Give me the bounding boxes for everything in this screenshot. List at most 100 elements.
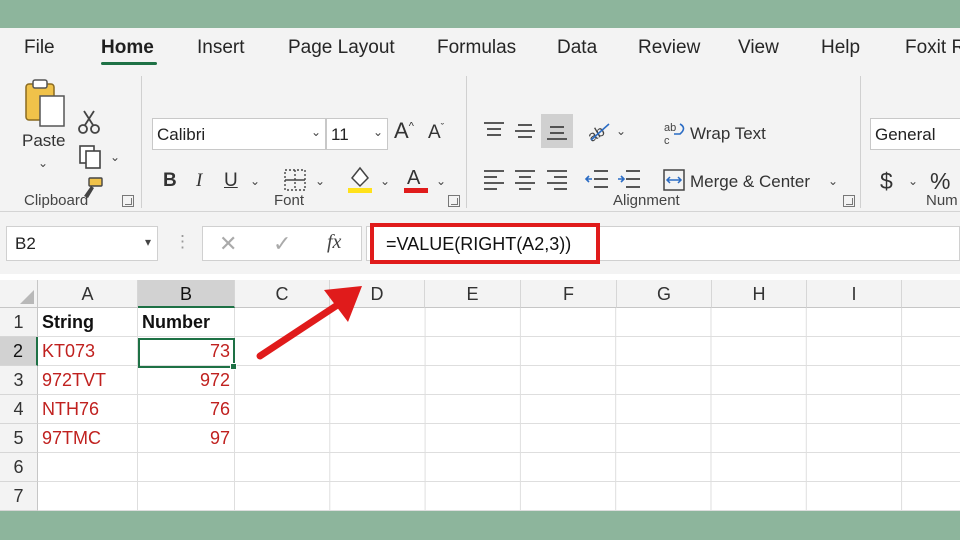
font-size-value: 11 xyxy=(331,125,349,144)
tab-formulas[interactable]: Formulas xyxy=(437,37,516,59)
italic-button[interactable]: I xyxy=(196,170,202,192)
currency-dropdown-icon[interactable]: ⌄ xyxy=(908,174,918,188)
orientation-dropdown-icon[interactable]: ⌄ xyxy=(616,124,626,138)
align-right-icon[interactable] xyxy=(545,168,569,190)
column-header-b[interactable]: B xyxy=(138,280,235,308)
svg-text:ab: ab xyxy=(664,122,676,134)
font-color-icon[interactable]: A xyxy=(402,164,430,194)
tab-help[interactable]: Help xyxy=(821,37,860,59)
name-box[interactable]: B2 ▾ xyxy=(6,226,158,261)
group-divider xyxy=(466,76,467,208)
column-header-a[interactable]: A xyxy=(38,280,138,308)
column-header-i[interactable]: I xyxy=(807,280,902,308)
underline-dropdown-icon[interactable]: ⌄ xyxy=(250,174,260,188)
tab-view[interactable]: View xyxy=(738,37,779,59)
paste-label[interactable]: Paste xyxy=(22,131,65,151)
enter-icon[interactable]: ✓ xyxy=(273,231,291,257)
svg-text:c: c xyxy=(664,135,670,146)
wrap-text-icon[interactable]: ab c xyxy=(664,120,688,146)
cell-a1[interactable]: String xyxy=(38,308,138,337)
cell-b3[interactable]: 972 xyxy=(138,366,235,395)
borders-dropdown-icon[interactable]: ⌄ xyxy=(315,174,325,188)
align-center-icon[interactable] xyxy=(513,168,537,190)
currency-button[interactable]: $ xyxy=(880,168,893,195)
cell-a3[interactable]: 972TVT xyxy=(38,366,138,395)
tab-insert[interactable]: Insert xyxy=(197,37,245,59)
increase-font-size-icon[interactable]: A^ xyxy=(394,118,414,144)
fill-color-dropdown-icon[interactable]: ⌄ xyxy=(380,174,390,188)
bold-button[interactable]: B xyxy=(163,170,177,192)
merge-center-icon[interactable] xyxy=(662,168,686,192)
font-launcher-icon[interactable] xyxy=(448,195,460,207)
merge-center-button[interactable]: Merge & Center xyxy=(690,172,810,192)
column-header-h[interactable]: H xyxy=(712,280,807,308)
row-header-2[interactable]: 2 xyxy=(0,337,38,366)
tab-page-layout[interactable]: Page Layout xyxy=(288,37,395,59)
font-size-select[interactable]: 11 ⌄ xyxy=(326,118,388,150)
select-all-corner[interactable] xyxy=(0,280,38,308)
row-header-4[interactable]: 4 xyxy=(0,395,38,424)
decrease-font-size-icon[interactable]: Aˇ xyxy=(428,122,444,144)
tab-home[interactable]: Home xyxy=(101,37,154,59)
font-name-select[interactable]: Calibri ⌄ xyxy=(152,118,326,150)
drag-handle-icon[interactable]: ⋮ xyxy=(174,232,191,252)
cut-icon[interactable] xyxy=(78,110,100,134)
cell-a4[interactable]: NTH76 xyxy=(38,395,138,424)
font-color-dropdown-icon[interactable]: ⌄ xyxy=(436,174,446,188)
align-left-icon[interactable] xyxy=(482,168,506,190)
formula-bar: B2 ▾ ⋮ ✕ ✓ fx =VALUE(RIGHT(A2,3)) xyxy=(0,212,960,274)
percent-button[interactable]: % xyxy=(930,168,950,195)
row-header-3[interactable]: 3 xyxy=(0,366,38,395)
top-align-icon[interactable] xyxy=(482,120,506,142)
bottom-align-button[interactable] xyxy=(541,114,573,148)
svg-text:A: A xyxy=(407,167,421,189)
tab-data[interactable]: Data xyxy=(557,37,597,59)
active-cell-border xyxy=(138,338,235,368)
cell-b1[interactable]: Number xyxy=(138,308,235,337)
row-header-6[interactable]: 6 xyxy=(0,453,38,482)
merge-dropdown-icon[interactable]: ⌄ xyxy=(828,174,838,188)
cell-b4[interactable]: 76 xyxy=(138,395,235,424)
clipboard-launcher-icon[interactable] xyxy=(122,195,134,207)
tab-review[interactable]: Review xyxy=(638,37,700,59)
tab-file[interactable]: File xyxy=(24,37,55,59)
group-divider xyxy=(141,76,142,208)
row-header-5[interactable]: 5 xyxy=(0,424,38,453)
copy-icon[interactable] xyxy=(78,144,104,170)
middle-align-icon[interactable] xyxy=(513,120,537,142)
row-header-1[interactable]: 1 xyxy=(0,308,38,337)
clipboard-group-label: Clipboard xyxy=(24,192,89,209)
chevron-down-icon[interactable]: ▾ xyxy=(145,235,151,249)
tab-foxit[interactable]: Foxit R xyxy=(905,37,960,59)
spreadsheet-grid: A B C D E F G H I J 1 2 3 4 5 6 7 String… xyxy=(0,274,960,511)
fill-color-icon[interactable] xyxy=(346,164,374,194)
font-group-label: Font xyxy=(274,192,305,209)
paste-dropdown-icon[interactable]: ⌄ xyxy=(38,156,48,170)
column-header-e[interactable]: E xyxy=(425,280,521,308)
orientation-icon[interactable]: ab xyxy=(585,118,613,144)
paste-icon[interactable] xyxy=(22,78,68,130)
number-format-select[interactable]: General xyxy=(870,118,960,150)
alignment-launcher-icon[interactable] xyxy=(843,195,855,207)
insert-function-icon[interactable]: fx xyxy=(327,231,341,254)
chevron-down-icon: ⌄ xyxy=(310,125,321,139)
underline-button[interactable]: U xyxy=(224,170,238,192)
number-format-value: General xyxy=(875,125,936,144)
column-header-j[interactable]: J xyxy=(902,280,960,308)
cell-b5[interactable]: 97 xyxy=(138,424,235,453)
fill-handle[interactable] xyxy=(230,363,237,370)
cancel-icon[interactable]: ✕ xyxy=(219,231,237,257)
excel-window: File Home Insert Page Layout Formulas Da… xyxy=(0,28,960,511)
copy-dropdown-icon[interactable]: ⌄ xyxy=(110,150,120,164)
row-header-7[interactable]: 7 xyxy=(0,482,38,511)
decrease-indent-icon[interactable] xyxy=(584,168,610,190)
formula-text: =VALUE(RIGHT(A2,3)) xyxy=(386,234,572,254)
cell-a5[interactable]: 97TMC xyxy=(38,424,138,453)
column-header-g[interactable]: G xyxy=(617,280,712,308)
column-header-f[interactable]: F xyxy=(521,280,617,308)
increase-indent-icon[interactable] xyxy=(616,168,642,190)
alignment-group-label: Alignment xyxy=(613,192,680,209)
borders-icon[interactable] xyxy=(283,168,307,192)
cell-a2[interactable]: KT073 xyxy=(38,337,138,366)
wrap-text-button[interactable]: Wrap Text xyxy=(690,124,766,144)
